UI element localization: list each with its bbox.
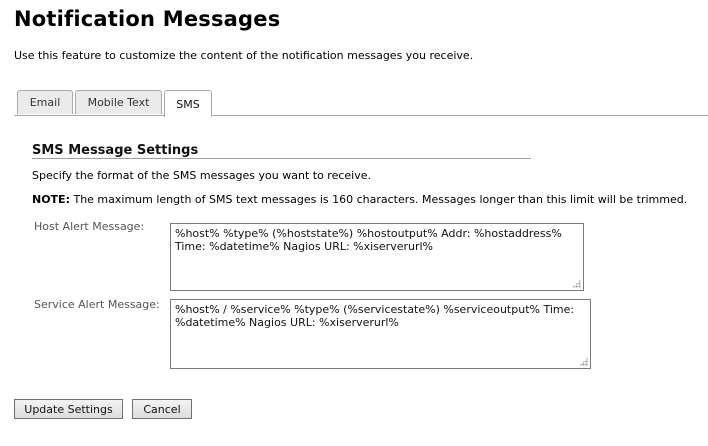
host-alert-message-input[interactable]: %host% %type% (%hoststate%) %hostoutput%…	[170, 223, 584, 291]
section-title: SMS Message Settings	[32, 143, 199, 158]
section-divider	[32, 158, 531, 159]
note-text: The maximum length of SMS text messages …	[69, 193, 688, 206]
update-settings-button[interactable]: Update Settings	[14, 399, 123, 419]
page-intro: Use this feature to customize the conten…	[14, 49, 474, 62]
service-alert-message-input[interactable]: %host% / %service% %type% (%servicestate…	[170, 299, 591, 369]
tab-mobile-text[interactable]: Mobile Text	[75, 90, 162, 114]
host-alert-label: Host Alert Message:	[34, 220, 145, 233]
cancel-button[interactable]: Cancel	[132, 399, 192, 419]
note-label: NOTE:	[32, 193, 70, 206]
page-title: Notification Messages	[14, 7, 281, 31]
service-alert-label: Service Alert Message:	[34, 298, 160, 311]
tab-email[interactable]: Email	[17, 90, 73, 114]
tab-baseline	[14, 115, 708, 116]
message-tabs: Email Mobile Text SMS	[14, 90, 708, 117]
section-description: Specify the format of the SMS messages y…	[32, 169, 371, 182]
tab-sms[interactable]: SMS	[164, 90, 212, 117]
length-note: NOTE: The maximum length of SMS text mes…	[32, 193, 687, 206]
notification-messages-page: Notification Messages Use this feature t…	[0, 0, 708, 446]
